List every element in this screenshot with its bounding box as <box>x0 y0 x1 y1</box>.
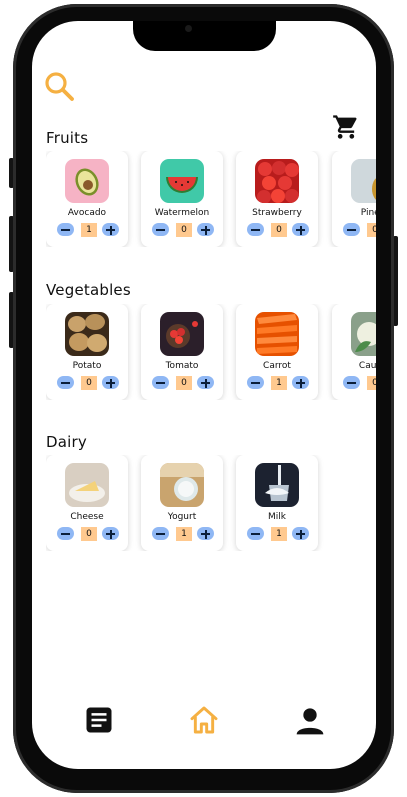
quantity-stepper: 0 <box>57 527 119 541</box>
product-name: Carrot <box>263 361 291 371</box>
product-name: Avocado <box>67 208 107 218</box>
quantity-stepper: 1 <box>247 527 309 541</box>
product-card-cheese[interactable]: Cheese 0 <box>46 455 128 551</box>
product-card-milk[interactable]: Milk 1 <box>236 455 318 551</box>
product-name: Caulifl <box>358 361 376 371</box>
quantity-stepper: 0 <box>57 376 119 390</box>
quantity-stepper: 0 <box>343 223 376 237</box>
plus-button[interactable] <box>197 376 214 389</box>
profile-icon[interactable] <box>294 705 326 737</box>
vegetables-row[interactable]: Potato 0 Tomato 0 Carrot 1 Cau 0 <box>46 304 376 400</box>
quantity-value: 1 <box>271 527 287 541</box>
camera-dot <box>185 25 192 32</box>
product-name: Potato <box>72 361 102 371</box>
minus-button[interactable] <box>247 223 264 236</box>
minus-button[interactable] <box>152 376 169 389</box>
minus-button[interactable] <box>152 527 169 540</box>
quantity-value: 0 <box>81 376 97 390</box>
quantity-stepper: 1 <box>247 376 309 390</box>
quantity-value: 0 <box>176 223 192 237</box>
product-card-pineapple[interactable]: Pinea 0 <box>332 151 376 247</box>
product-name: Cheese <box>70 512 104 522</box>
minus-button[interactable] <box>57 376 74 389</box>
bottom-nav <box>32 693 376 753</box>
search-icon[interactable] <box>44 71 76 103</box>
plus-button[interactable] <box>102 527 119 540</box>
product-card-potato[interactable]: Potato 0 <box>46 304 128 400</box>
quantity-value: 0 <box>176 376 192 390</box>
pineapple-image <box>351 159 376 203</box>
potato-image <box>65 312 109 356</box>
section-title-vegetables: Vegetables <box>46 281 131 299</box>
section-title-fruits: Fruits <box>46 129 89 147</box>
quantity-stepper: 0 <box>247 223 309 237</box>
quantity-stepper: 1 <box>57 223 119 237</box>
yogurt-image <box>160 463 204 507</box>
milk-image <box>255 463 299 507</box>
quantity-value: 1 <box>81 223 97 237</box>
product-name: Milk <box>268 512 286 522</box>
quantity-stepper: 0 <box>152 223 214 237</box>
product-card-watermelon[interactable]: Watermelon 0 <box>141 151 223 247</box>
plus-button[interactable] <box>292 527 309 540</box>
strawberry-image <box>255 159 299 203</box>
minus-button[interactable] <box>152 223 169 236</box>
list-icon[interactable] <box>84 705 114 735</box>
plus-button[interactable] <box>197 223 214 236</box>
watermelon-image <box>160 159 204 203</box>
plus-button[interactable] <box>102 376 119 389</box>
plus-button[interactable] <box>197 527 214 540</box>
minus-button[interactable] <box>247 527 264 540</box>
quantity-stepper: 0 <box>343 376 376 390</box>
quantity-value: 0 <box>367 223 376 237</box>
cart-icon[interactable] <box>332 113 360 141</box>
notch <box>133 21 276 51</box>
plus-button[interactable] <box>292 223 309 236</box>
app-screen: Fruits Avocado 1 Watermelon 0 Strawberry… <box>32 21 376 769</box>
quantity-stepper: 0 <box>152 376 214 390</box>
minus-button[interactable] <box>343 376 360 389</box>
fruits-row[interactable]: Avocado 1 Watermelon 0 Strawberry 0 Pin … <box>46 151 376 247</box>
quantity-value: 1 <box>271 376 287 390</box>
product-card-tomato[interactable]: Tomato 0 <box>141 304 223 400</box>
section-title-dairy: Dairy <box>46 433 87 451</box>
quantity-value: 0 <box>367 376 376 390</box>
quantity-stepper: 1 <box>152 527 214 541</box>
minus-button[interactable] <box>57 223 74 236</box>
product-card-carrot[interactable]: Carrot 1 <box>236 304 318 400</box>
quantity-value: 0 <box>81 527 97 541</box>
cauliflower-image <box>351 312 376 356</box>
product-card-strawberry[interactable]: Strawberry 0 <box>236 151 318 247</box>
home-icon[interactable] <box>188 704 220 736</box>
product-card-cauliflower[interactable]: Caulifl 0 <box>332 304 376 400</box>
carrot-image <box>255 312 299 356</box>
dairy-row[interactable]: Cheese 0 Yogurt 1 Milk 1 <box>46 455 376 551</box>
minus-button[interactable] <box>57 527 74 540</box>
minus-button[interactable] <box>343 223 360 236</box>
cheese-image <box>65 463 109 507</box>
plus-button[interactable] <box>102 223 119 236</box>
avocado-image <box>65 159 109 203</box>
product-card-avocado[interactable]: Avocado 1 <box>46 151 128 247</box>
minus-button[interactable] <box>247 376 264 389</box>
product-name: Yogurt <box>167 512 197 522</box>
tomato-image <box>160 312 204 356</box>
product-name: Strawberry <box>252 208 302 218</box>
product-card-yogurt[interactable]: Yogurt 1 <box>141 455 223 551</box>
product-name: Watermelon <box>154 208 210 218</box>
product-name: Pinea <box>360 208 376 218</box>
plus-button[interactable] <box>292 376 309 389</box>
quantity-value: 1 <box>176 527 192 541</box>
phone-device: Fruits Avocado 1 Watermelon 0 Strawberry… <box>0 0 407 797</box>
product-name: Tomato <box>165 361 199 371</box>
quantity-value: 0 <box>271 223 287 237</box>
